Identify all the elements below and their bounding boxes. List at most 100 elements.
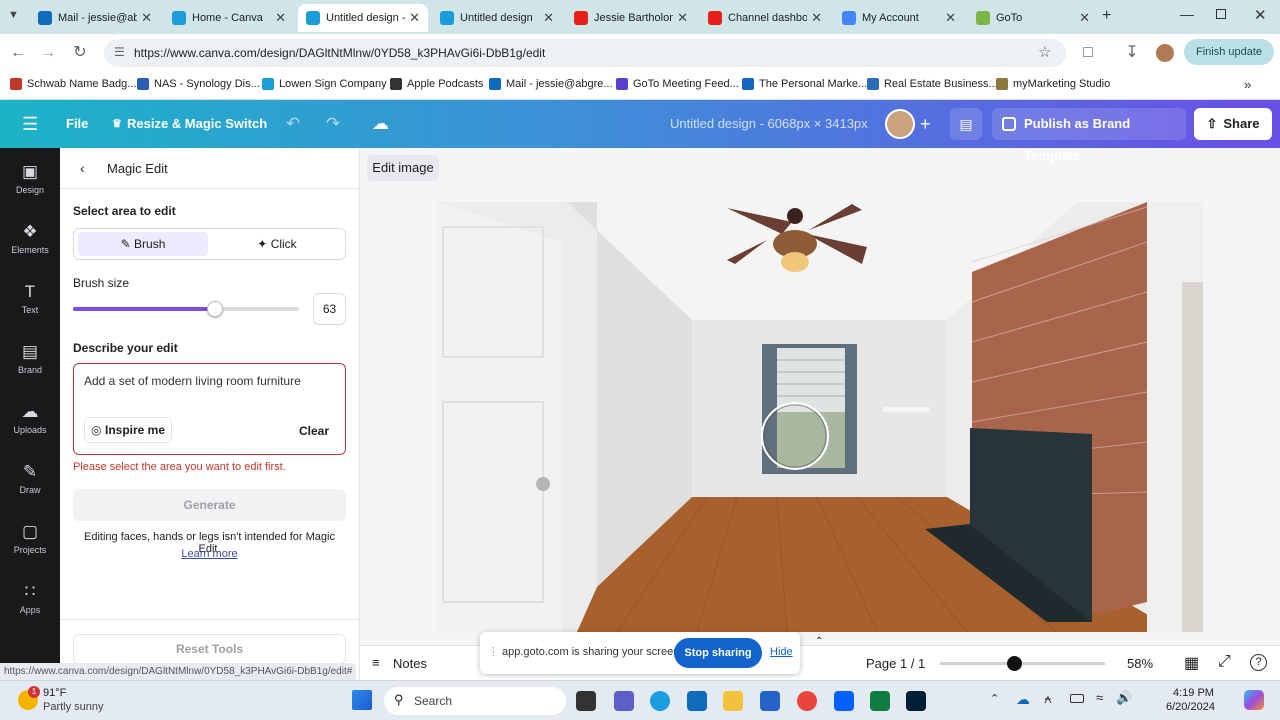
close-tab-icon[interactable]: ✕: [1079, 10, 1090, 26]
back-chevron-icon[interactable]: ‹: [80, 160, 85, 176]
bookmark-item[interactable]: NAS - Synology Dis...: [137, 78, 260, 90]
bookmark-item[interactable]: GoTo Meeting Feed...: [616, 78, 739, 90]
back-icon[interactable]: ←: [8, 43, 28, 63]
rail-item-design[interactable]: ▣ Design: [0, 162, 60, 195]
volume-icon[interactable]: 🔊: [1116, 690, 1132, 706]
file-menu[interactable]: File: [66, 100, 88, 148]
bookmark-item[interactable]: The Personal Marke...: [742, 78, 867, 90]
page-indicator[interactable]: Page 1 / 1: [866, 656, 925, 671]
add-collaborator-icon[interactable]: +: [920, 100, 931, 148]
copilot-icon[interactable]: [1244, 690, 1264, 710]
collaborator-avatar[interactable]: [885, 109, 915, 139]
drag-handle-icon[interactable]: ⋮: [488, 645, 499, 658]
extensions-icon[interactable]: □: [1078, 43, 1098, 63]
resize-magic-switch-button[interactable]: Resize & Magic Switch: [127, 100, 267, 148]
onedrive-icon[interactable]: ☁: [1016, 691, 1030, 708]
edit-prompt-textarea[interactable]: Add a set of modern living room furnitur…: [73, 363, 346, 455]
address-bar[interactable]: ☰ https://www.canva.com/design/DAGltNtMl…: [104, 39, 1066, 67]
brush-mode-button[interactable]: ✎ Brush: [78, 232, 208, 256]
collapse-chevron-icon[interactable]: ⌃: [815, 636, 823, 647]
excel-icon[interactable]: [870, 691, 890, 711]
redo-icon[interactable]: ↷: [326, 100, 340, 148]
bookmark-item[interactable]: myMarketing Studio: [996, 78, 1110, 90]
click-mode-button[interactable]: ✦ Click: [212, 232, 342, 256]
new-tab-icon[interactable]: +: [1102, 7, 1111, 25]
battery-icon[interactable]: [1070, 694, 1084, 703]
notes-icon[interactable]: ≡: [372, 655, 380, 670]
zoom-knob[interactable]: [1007, 656, 1023, 671]
tab-search-icon[interactable]: ▼: [8, 9, 19, 21]
bookmark-item[interactable]: Mail - jessie@abgre...: [489, 78, 613, 90]
more-bookmarks-icon[interactable]: »: [1244, 77, 1251, 92]
rail-item-brand[interactable]: ▤ Brand: [0, 342, 60, 375]
help-icon[interactable]: ?: [1250, 654, 1267, 671]
publish-brand-template-button[interactable]: Publish as Brand Template: [992, 108, 1186, 163]
rail-item-apps[interactable]: ∷ Apps: [0, 582, 60, 615]
bookmark-star-icon[interactable]: ☆: [1038, 43, 1051, 61]
microphone-icon[interactable]: ⍲: [1044, 691, 1052, 707]
close-tab-icon[interactable]: ✕: [409, 10, 420, 26]
rail-item-text[interactable]: T Text: [0, 282, 60, 315]
rail-item-draw[interactable]: ✎ Draw: [0, 462, 60, 495]
rail-item-uploads[interactable]: ☁ Uploads: [0, 402, 60, 435]
clear-button[interactable]: Clear: [299, 424, 329, 438]
clock-date[interactable]: 6/20/2024: [1166, 701, 1215, 713]
zoom-slider[interactable]: [940, 656, 1105, 671]
mail-icon[interactable]: [687, 691, 707, 711]
clock-time[interactable]: 4:19 PM: [1173, 687, 1214, 699]
browser-tab[interactable]: My Account ✕: [834, 4, 964, 32]
browser-tab[interactable]: GoTo ✕: [968, 4, 1098, 32]
bookmark-item[interactable]: Lowen Sign Company: [262, 78, 387, 90]
browser-tab[interactable]: Channel dashbo ✕: [700, 4, 830, 32]
prompt-text[interactable]: Add a set of modern living room furnitur…: [84, 374, 301, 388]
analytics-icon[interactable]: ▤: [950, 108, 982, 140]
close-tab-icon[interactable]: ✕: [945, 10, 956, 26]
lightroom-icon[interactable]: [906, 691, 926, 711]
cloud-save-icon[interactable]: ☁: [372, 100, 389, 148]
close-tab-icon[interactable]: ✕: [811, 10, 822, 26]
close-tab-icon[interactable]: ✕: [677, 10, 688, 26]
brush-size-slider[interactable]: [73, 301, 299, 317]
weather-desc[interactable]: Partly sunny: [43, 701, 104, 713]
profile-avatar[interactable]: [1156, 44, 1174, 62]
document-title[interactable]: Untitled design - 6068px × 3413px: [670, 100, 868, 148]
zoom-level[interactable]: 58%: [1127, 656, 1153, 671]
store-icon[interactable]: [760, 691, 780, 711]
close-tab-icon[interactable]: ✕: [141, 10, 152, 26]
bookmark-item[interactable]: Real Estate Business...: [867, 78, 998, 90]
file-explorer-icon[interactable]: [723, 691, 743, 711]
edit-image-button[interactable]: Edit image: [367, 155, 439, 181]
close-tab-icon[interactable]: ✕: [543, 10, 554, 26]
rail-item-elements[interactable]: ❖ Elements: [0, 222, 60, 255]
browser-tab[interactable]: Untitled design - ✕: [298, 4, 428, 32]
finish-update-button[interactable]: Finish update: [1184, 39, 1274, 65]
bookmark-item[interactable]: Apple Podcasts: [390, 78, 483, 90]
forward-icon[interactable]: →: [38, 43, 58, 63]
close-tab-icon[interactable]: ✕: [275, 10, 286, 26]
share-button[interactable]: ⇧ Share: [1194, 108, 1272, 140]
brush-size-knob[interactable]: [207, 301, 224, 317]
rail-item-projects[interactable]: ▢ Projects: [0, 522, 60, 555]
weather-temp[interactable]: 91°F: [43, 687, 66, 699]
teams-icon[interactable]: [614, 691, 634, 711]
notes-button[interactable]: Notes: [393, 656, 427, 671]
task-view-icon[interactable]: [576, 691, 596, 711]
hide-link[interactable]: Hide: [770, 646, 793, 658]
chrome-icon[interactable]: [797, 691, 817, 711]
download-icon[interactable]: ↧: [1122, 43, 1142, 63]
fullscreen-icon[interactable]: ⤢: [1218, 653, 1231, 671]
room-photo[interactable]: [437, 202, 1203, 632]
browser-tab[interactable]: Mail - jessie@abgre...✕: [30, 4, 160, 32]
minimize-icon[interactable]: —: [1180, 6, 1194, 22]
url-text[interactable]: https://www.canva.com/design/DAGltNtMlnw…: [134, 46, 545, 60]
windows-start-icon[interactable]: [352, 690, 372, 710]
taskbar-search[interactable]: ⚲ Search: [384, 687, 566, 715]
bookmark-item[interactable]: Schwab Name Badg...: [10, 78, 136, 90]
wifi-icon[interactable]: ≈: [1096, 690, 1103, 705]
reload-icon[interactable]: ↻: [70, 43, 90, 63]
stop-sharing-button[interactable]: Stop sharing: [674, 638, 762, 668]
learn-more-link[interactable]: Learn more: [73, 548, 346, 560]
site-info-icon[interactable]: ☰: [114, 45, 125, 59]
generate-button[interactable]: Generate: [73, 489, 346, 521]
browser-tab[interactable]: Home - Canva ✕: [164, 4, 294, 32]
